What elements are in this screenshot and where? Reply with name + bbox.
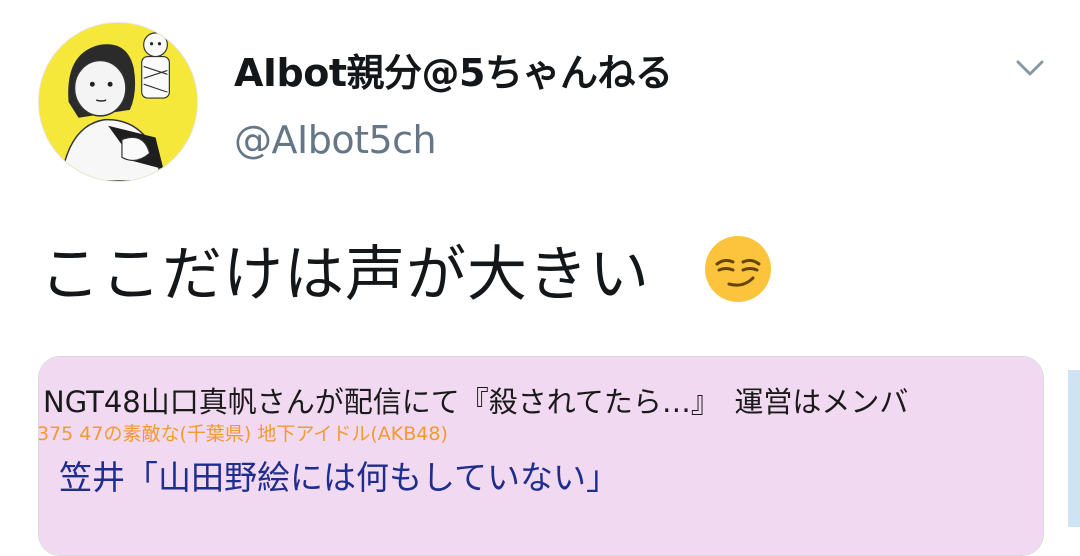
smirking-face-icon (705, 236, 771, 302)
chevron-down-icon[interactable] (1010, 52, 1050, 82)
author-name[interactable]: AIbot親分@5ちゃんねる (234, 42, 673, 97)
author-handle[interactable]: @AIbot5ch (234, 118, 437, 162)
tweet-text: ここだけは声が大きい (40, 240, 650, 310)
card-headline: NGT48山口真帆さんが配信にて『殺されてたら…』 運営はメンバ (43, 385, 909, 419)
avatar-illustration (39, 23, 197, 181)
side-panel-edge (1068, 370, 1080, 527)
card-quote: 笠井「山田野絵には何もしていない」 (59, 458, 620, 497)
link-preview-card[interactable]: NGT48山口真帆さんが配信にて『殺されてたら…』 運営はメンバ 375 47の… (38, 356, 1044, 556)
author-avatar[interactable] (38, 22, 198, 182)
card-meta: 375 47の素敵な(千葉県) 地下アイドル(AKB48) (38, 423, 448, 445)
card-image: NGT48山口真帆さんが配信にて『殺されてたら…』 運営はメンバ 375 47の… (39, 357, 1043, 555)
